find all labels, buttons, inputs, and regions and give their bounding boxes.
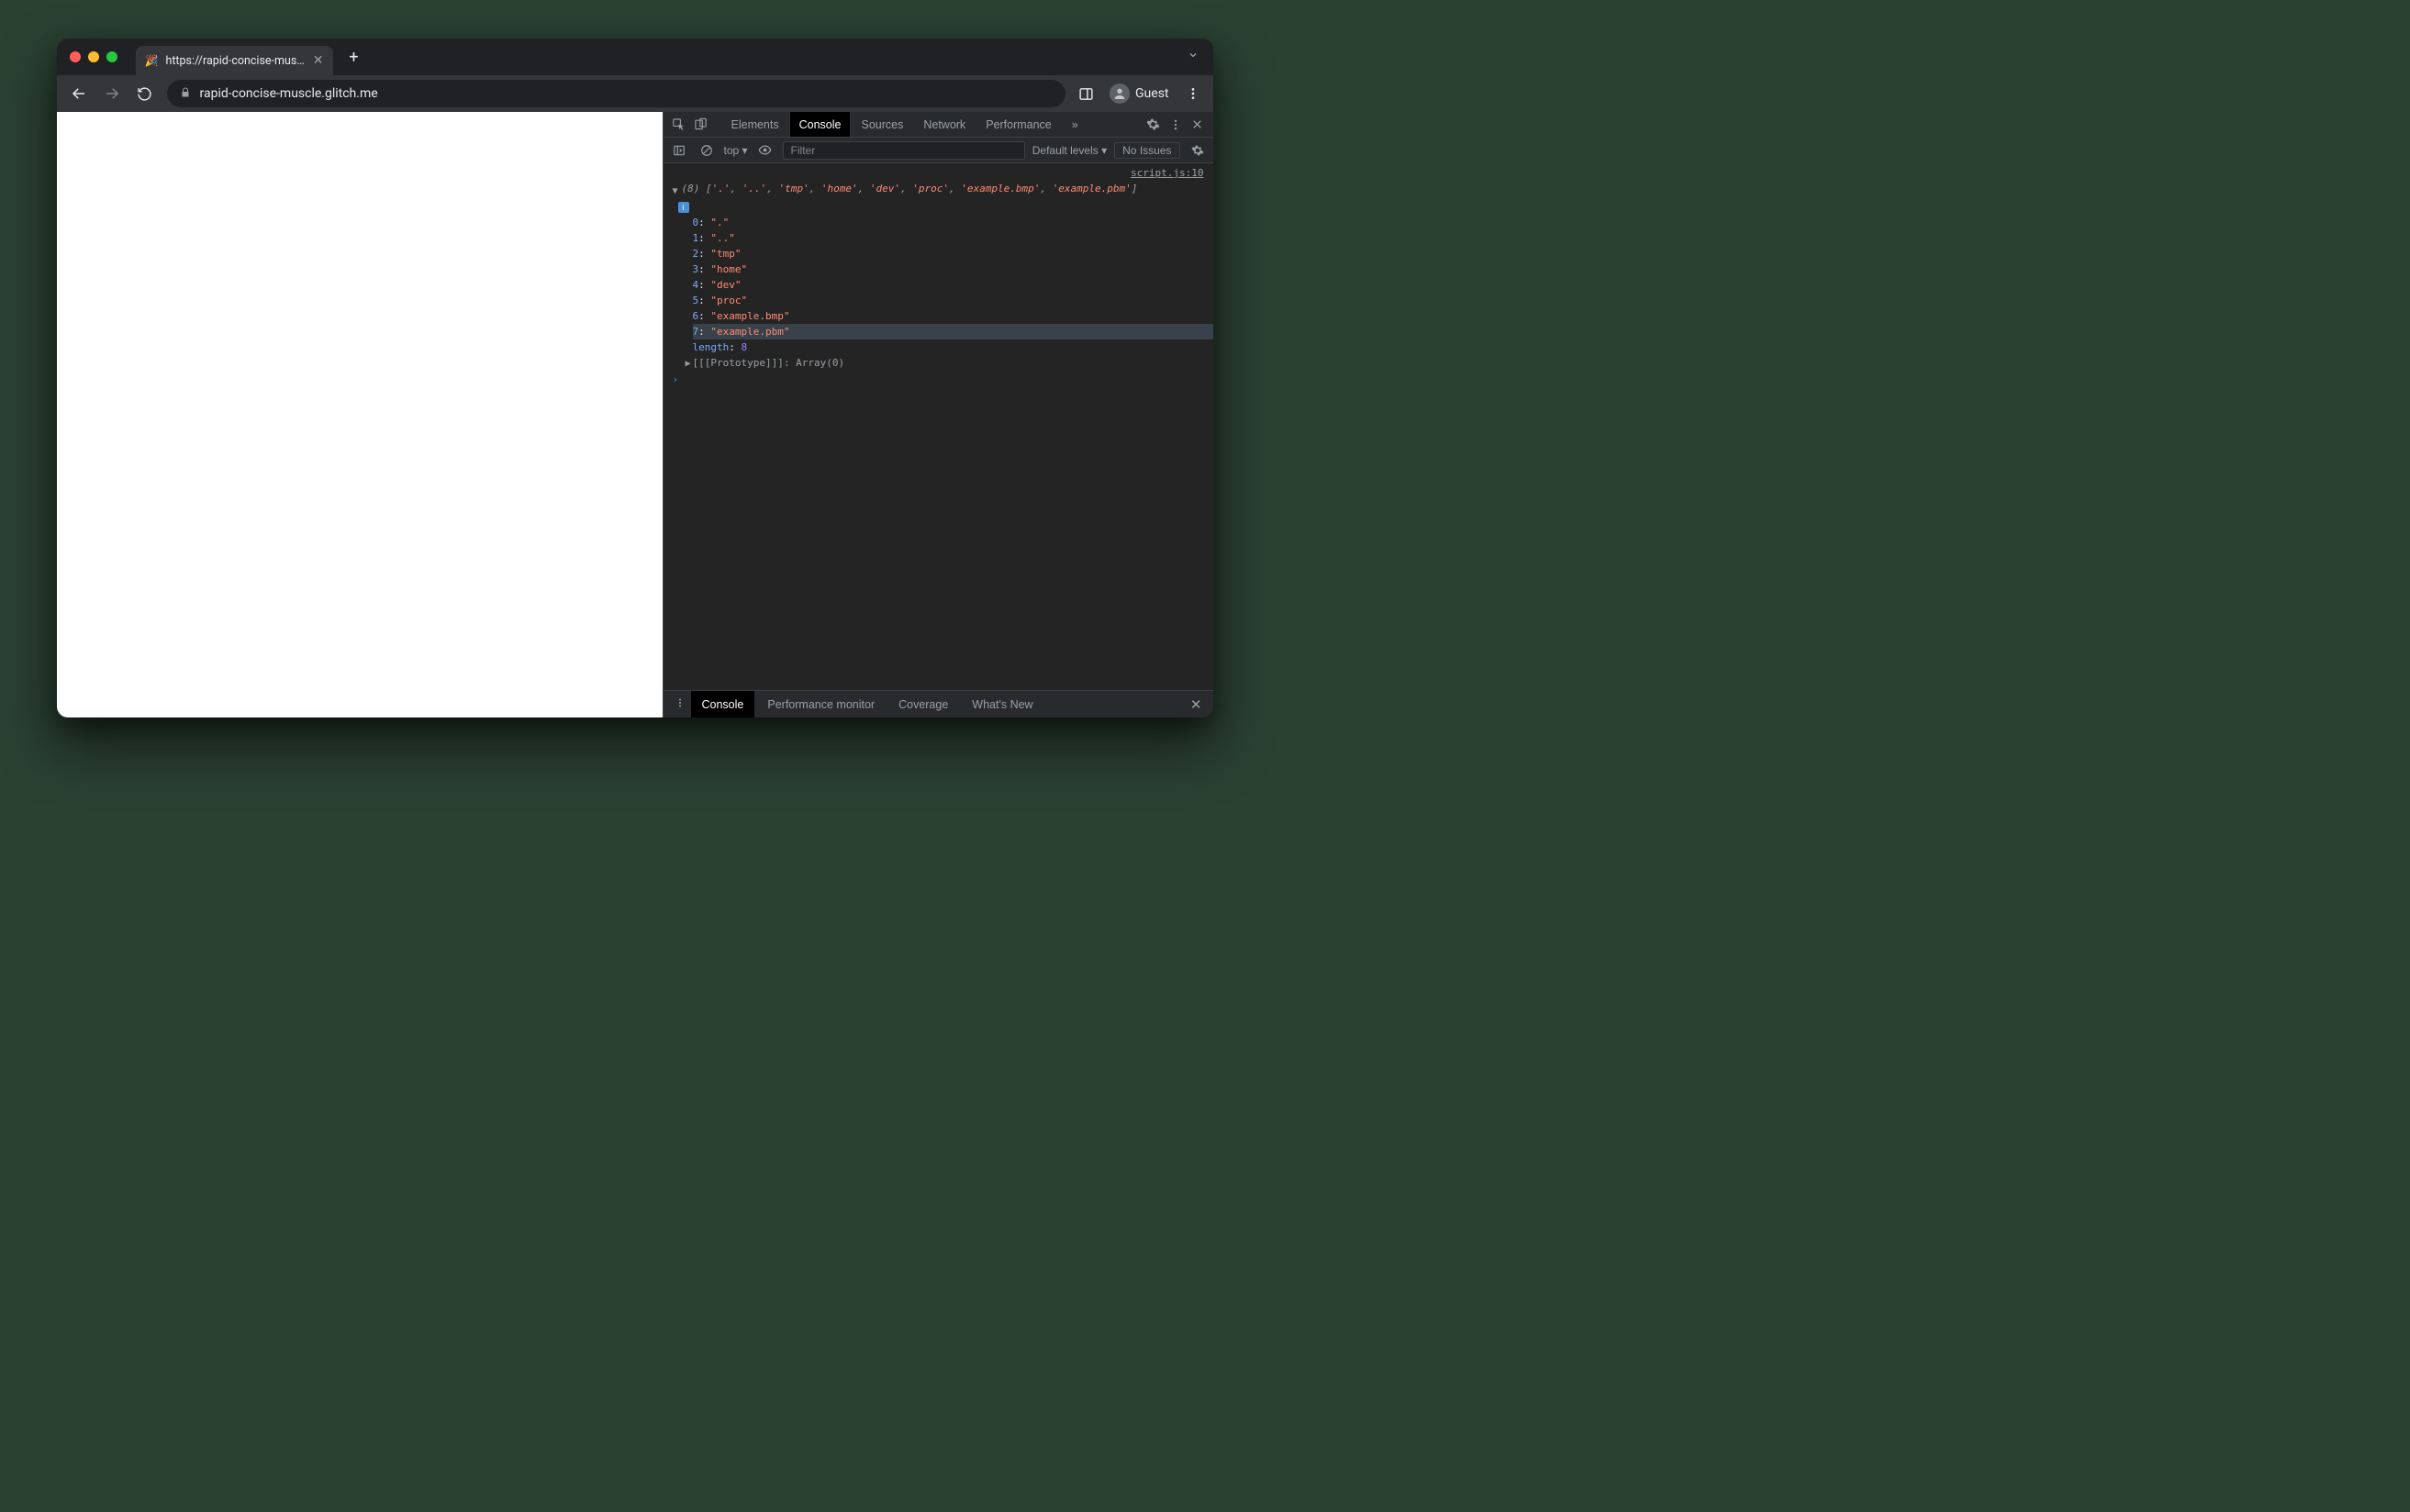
drawer-tab-whats-new[interactable]: What's New [961, 691, 1043, 717]
url-text: rapid-concise-muscle.glitch.me [200, 86, 378, 101]
array-items: 0: "."1: ".."2: "tmp"3: "home"4: "dev"5:… [664, 215, 1213, 339]
drawer-tab-console[interactable]: Console [691, 691, 755, 717]
close-tab-button[interactable]: ✕ [313, 53, 324, 68]
devtools-drawer: Console Performance monitor Coverage Wha… [664, 690, 1213, 717]
drawer-tab-perf-monitor[interactable]: Performance monitor [756, 691, 886, 717]
array-item[interactable]: 6: "example.bmp" [693, 308, 1213, 324]
tab-title: https://rapid-concise-muscle.g [165, 54, 305, 68]
devtools-close-button[interactable] [1188, 115, 1208, 135]
devtools-tab-bar: Elements Console Sources Network Perform… [664, 112, 1213, 138]
source-link[interactable]: script.js:10 [664, 165, 1213, 181]
browser-tab[interactable]: 🎉 https://rapid-concise-muscle.g ✕ [136, 46, 333, 75]
array-summary: (8) ['.', '..', 'tmp', 'home', 'dev', 'p… [682, 181, 1138, 196]
traffic-lights [70, 51, 117, 62]
reload-button[interactable] [130, 79, 160, 108]
devtools-settings-button[interactable] [1144, 115, 1164, 135]
issues-button[interactable]: No Issues [1114, 142, 1179, 159]
console-settings-button[interactable] [1188, 140, 1208, 161]
maximize-window-button[interactable] [106, 51, 117, 62]
device-toolbar-button[interactable] [691, 115, 711, 135]
array-item[interactable]: 7: "example.pbm" [693, 324, 1213, 339]
devtools-menu-button[interactable] [1166, 115, 1186, 135]
info-badge-icon[interactable]: i [678, 202, 689, 213]
drawer-tab-coverage[interactable]: Coverage [887, 691, 959, 717]
console-output[interactable]: script.js:10 ▼ (8) ['.', '..', 'tmp', 'h… [664, 163, 1213, 690]
page-viewport[interactable] [57, 112, 663, 717]
browser-window: 🎉 https://rapid-concise-muscle.g ✕ + rap… [57, 39, 1213, 717]
content-area: Elements Console Sources Network Perform… [57, 112, 1213, 717]
browser-toolbar: rapid-concise-muscle.glitch.me Guest [57, 75, 1213, 112]
context-selector[interactable]: top ▾ [724, 144, 748, 157]
array-item[interactable]: 2: "tmp" [693, 246, 1213, 261]
favicon-icon: 🎉 [145, 54, 159, 67]
live-expression-button[interactable] [755, 140, 775, 161]
expand-toggle-icon[interactable]: ▼ [673, 183, 678, 199]
profile-button[interactable]: Guest [1102, 82, 1176, 106]
devtools-tab-sources[interactable]: Sources [852, 112, 912, 137]
profile-label: Guest [1135, 86, 1168, 101]
side-panel-button[interactable] [1073, 81, 1099, 106]
new-tab-button[interactable]: + [342, 45, 366, 69]
minimize-window-button[interactable] [88, 51, 99, 62]
array-item[interactable]: 5: "proc" [693, 293, 1213, 308]
tab-strip: 🎉 https://rapid-concise-muscle.g ✕ + [57, 39, 1213, 75]
prototype-row[interactable]: ▶[[[Prototype]]]: Array(0) [664, 355, 1213, 372]
array-length: length: 8 [664, 339, 1213, 355]
devtools-more-tabs[interactable]: » [1063, 112, 1088, 137]
array-item[interactable]: 0: "." [693, 215, 1213, 230]
array-item[interactable]: 1: ".." [693, 230, 1213, 246]
console-sidebar-toggle[interactable] [669, 140, 689, 161]
devtools-tab-performance[interactable]: Performance [976, 112, 1061, 137]
tab-list-button[interactable] [1188, 50, 1199, 64]
array-item[interactable]: 3: "home" [693, 261, 1213, 277]
console-prompt[interactable]: › [664, 372, 1213, 387]
drawer-close-button[interactable]: ✕ [1187, 696, 1206, 713]
array-item[interactable]: 4: "dev" [693, 277, 1213, 293]
console-filter-input[interactable] [783, 141, 1025, 160]
log-entry[interactable]: ▼ (8) ['.', '..', 'tmp', 'home', 'dev', … [664, 181, 1213, 199]
log-levels-selector[interactable]: Default levels ▾ [1032, 144, 1107, 157]
console-toolbar: top ▾ Default levels ▾ No Issues [664, 138, 1213, 163]
devtools-tab-console[interactable]: Console [790, 112, 851, 137]
back-button[interactable] [64, 79, 94, 108]
drawer-menu-button[interactable] [671, 697, 689, 711]
close-window-button[interactable] [70, 51, 81, 62]
forward-button[interactable] [97, 79, 127, 108]
address-bar[interactable]: rapid-concise-muscle.glitch.me [167, 80, 1066, 107]
devtools-tab-elements[interactable]: Elements [722, 112, 788, 137]
lock-icon [180, 87, 191, 101]
browser-menu-button[interactable] [1180, 81, 1206, 106]
devtools-tab-network[interactable]: Network [914, 112, 975, 137]
avatar-icon [1110, 83, 1130, 104]
devtools-panel: Elements Console Sources Network Perform… [663, 112, 1213, 717]
clear-console-button[interactable] [697, 140, 717, 161]
inspect-element-button[interactable] [669, 115, 689, 135]
